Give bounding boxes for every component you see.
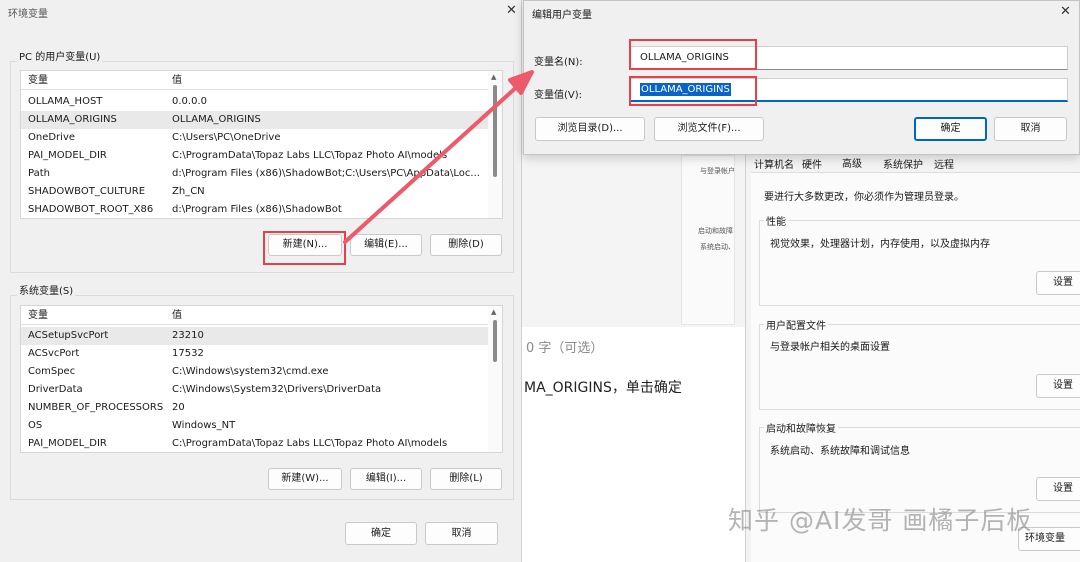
annotation-arrow (343, 70, 534, 244)
watermark-text: 知乎 @AI发哥 画橘子后板 (728, 506, 1033, 535)
arrow-shaft (343, 82, 522, 244)
